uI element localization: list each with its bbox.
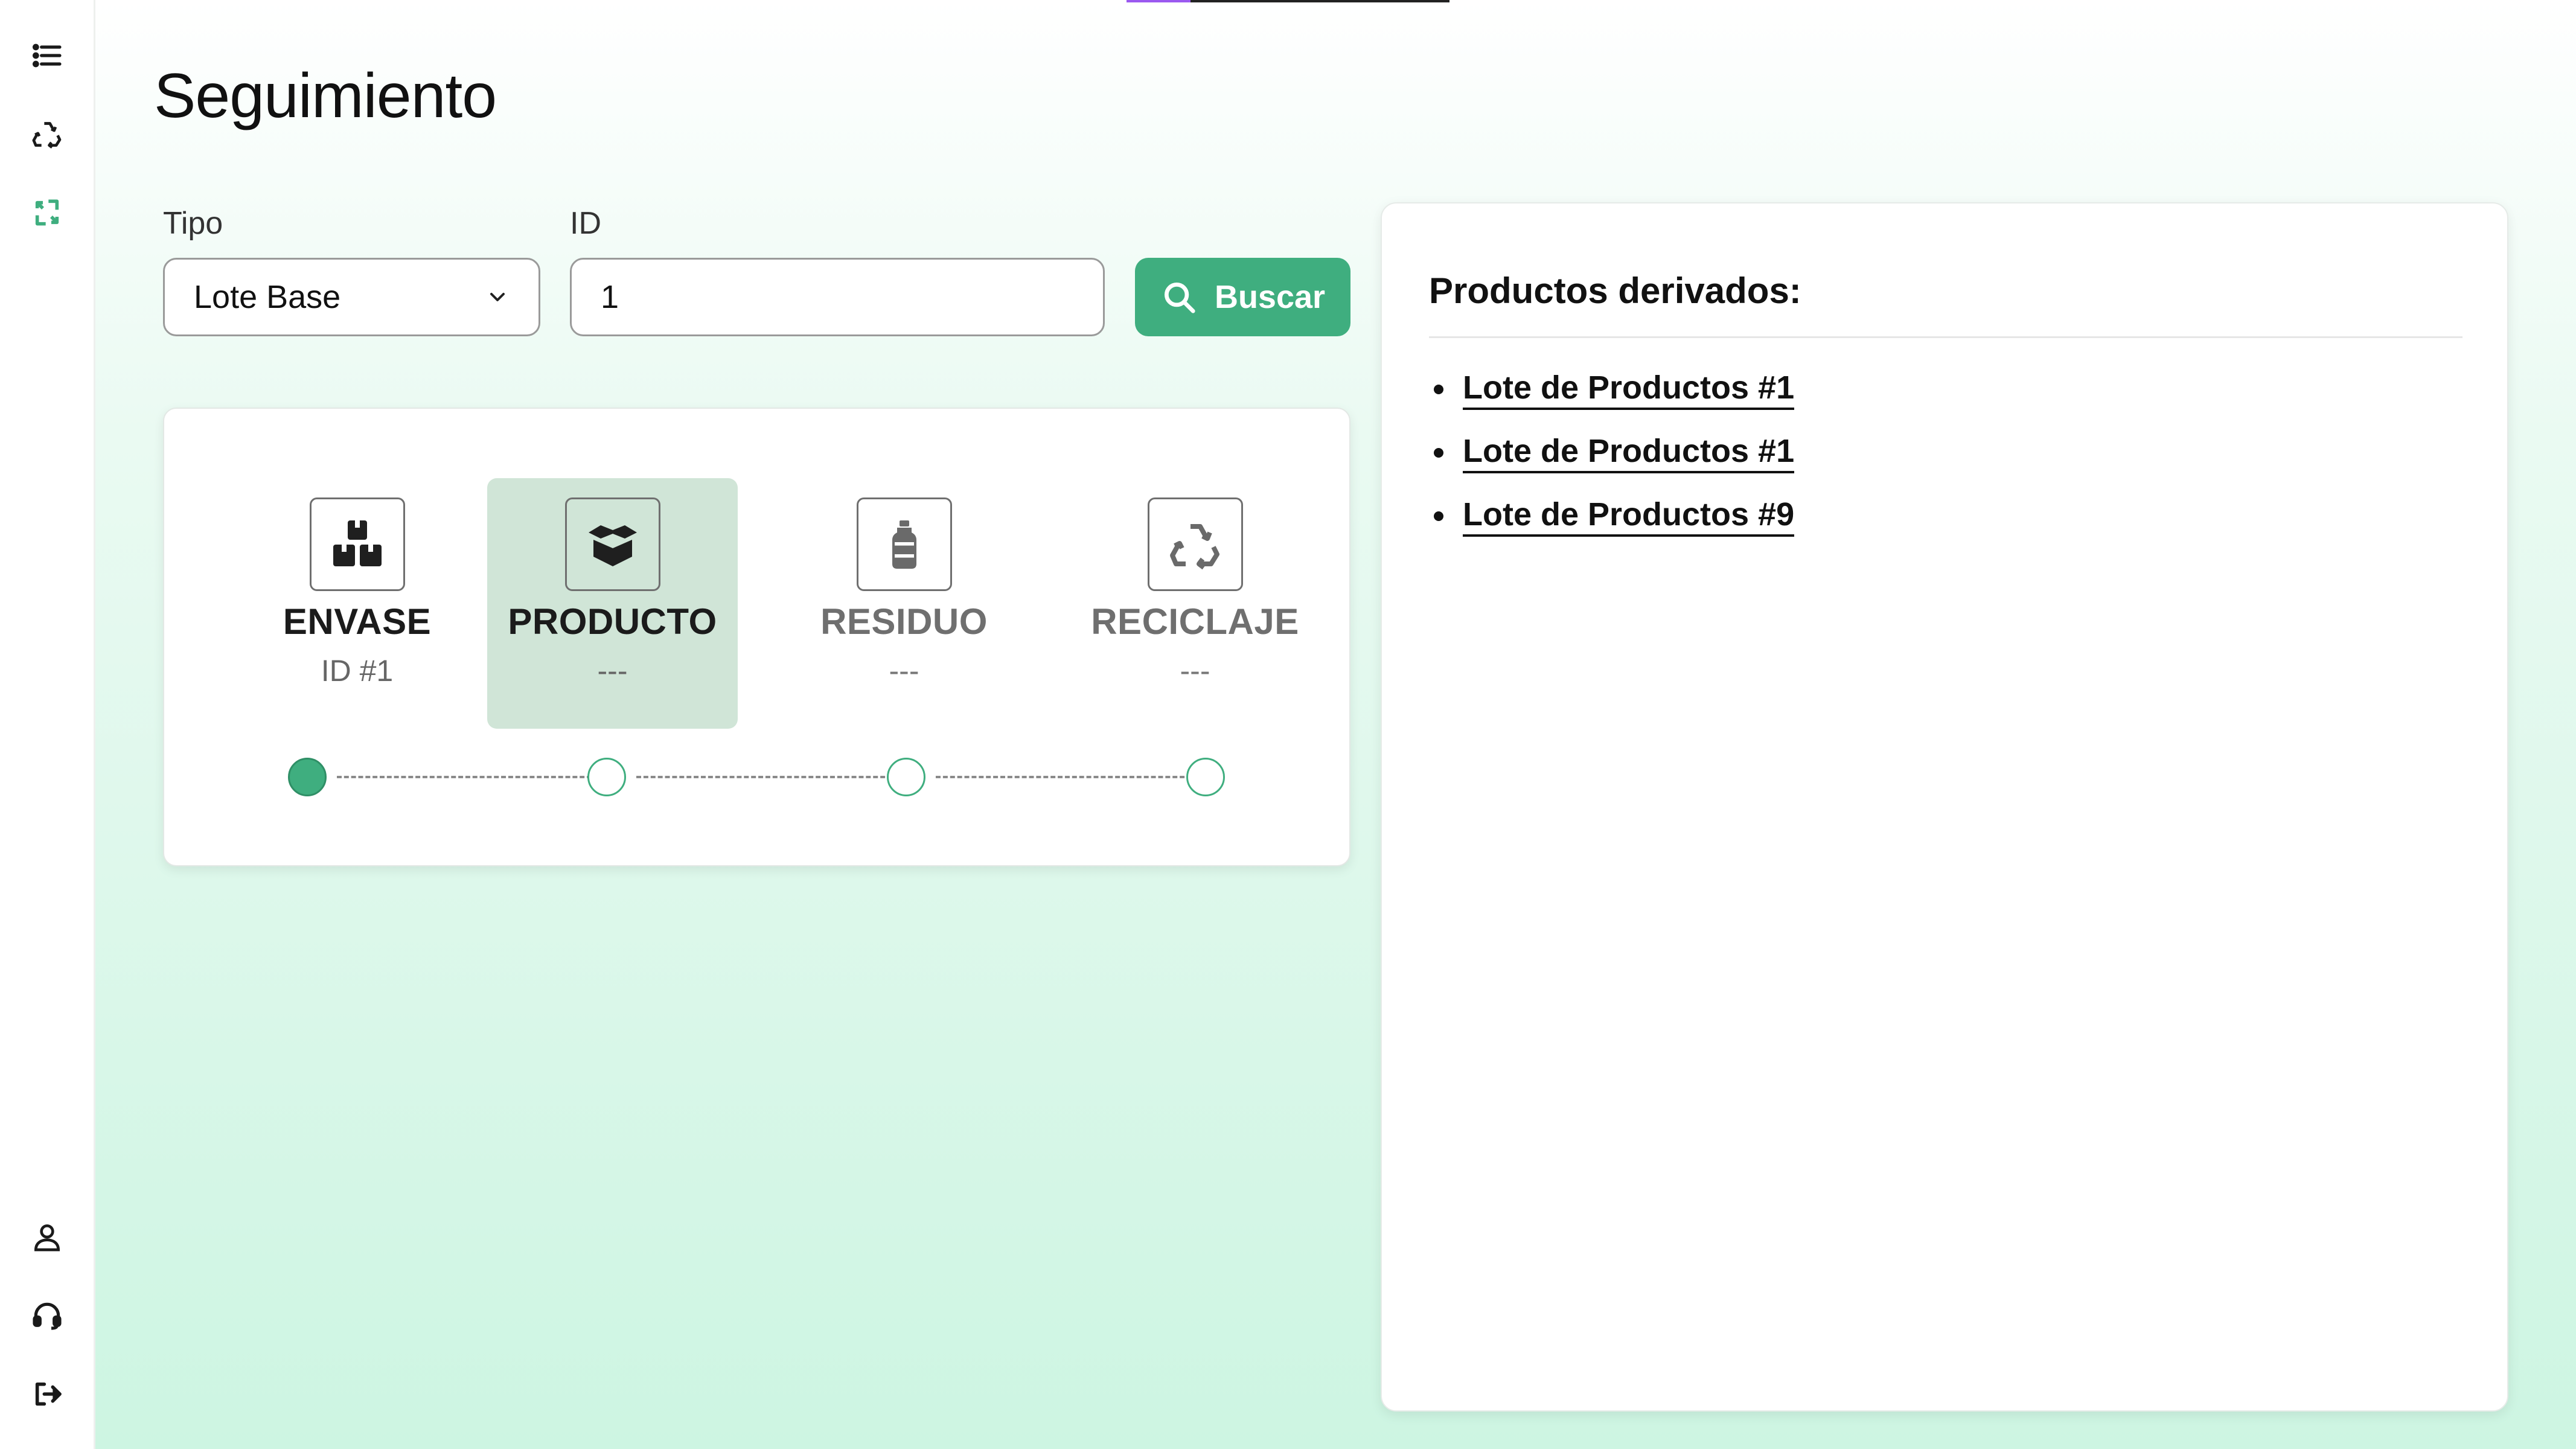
id-label: ID (570, 206, 601, 241)
step-name: RESIDUO (820, 601, 988, 642)
type-select[interactable]: Lote Base (163, 258, 540, 336)
list-icon[interactable] (27, 35, 68, 76)
bottle-icon (856, 497, 952, 591)
chevron-down-icon (490, 293, 505, 301)
progress-dot-reciclaje[interactable] (1186, 758, 1225, 796)
progress-dot-producto[interactable] (587, 758, 626, 796)
derived-product-label: Lote de Productos #1 (1463, 369, 1795, 410)
search-button-label: Buscar (1214, 279, 1326, 315)
user-icon[interactable] (27, 1217, 68, 1258)
bullet (1434, 384, 1443, 394)
derived-products-panel: Productos derivados: Lote de Productos #… (1381, 202, 2508, 1412)
recycle-icon (1147, 497, 1243, 591)
derived-product-link[interactable]: Lote de Productos #1 (1429, 357, 1795, 421)
bullet (1434, 511, 1443, 521)
open-box-icon (564, 497, 660, 591)
step-sub: ID #1 (321, 654, 394, 688)
refresh-icon[interactable] (27, 192, 68, 233)
headset-icon[interactable] (27, 1295, 68, 1336)
derived-product-link[interactable]: Lote de Productos #1 (1429, 421, 1795, 484)
step-sub: --- (889, 654, 919, 688)
derived-product-label: Lote de Productos #9 (1463, 496, 1795, 537)
step-envase[interactable]: ENVASE ID #1 (232, 478, 482, 729)
connector-line (337, 776, 592, 778)
step-residuo[interactable]: RESIDUO --- (779, 478, 1029, 729)
step-reciclaje[interactable]: RECICLAJE --- (1070, 478, 1320, 729)
progress-dot-envase[interactable] (288, 758, 327, 796)
id-input[interactable] (570, 258, 1105, 336)
connector-line (936, 776, 1192, 778)
sidebar (0, 0, 95, 1449)
top-progress-bar (1127, 0, 1449, 2)
panel-title: Productos derivados: (1429, 270, 1801, 311)
type-select-value: Lote Base (194, 279, 341, 315)
panel-divider (1429, 336, 2463, 338)
step-name: RECICLAJE (1091, 601, 1299, 642)
logout-icon[interactable] (27, 1374, 68, 1415)
top-progress-accent (1127, 0, 1191, 2)
page-title: Seguimiento (154, 61, 497, 131)
type-label: Tipo (163, 206, 223, 241)
derived-list: Lote de Productos #1 Lote de Productos #… (1429, 357, 1795, 548)
derived-product-label: Lote de Productos #1 (1463, 432, 1795, 473)
step-sub: --- (1180, 654, 1210, 688)
progress-dot-residuo[interactable] (887, 758, 925, 796)
step-name: ENVASE (283, 601, 432, 642)
connector-line (636, 776, 892, 778)
derived-product-link[interactable]: Lote de Productos #9 (1429, 484, 1795, 548)
search-icon (1164, 282, 1195, 313)
tracking-stepper: ENVASE ID #1 PRODUCTO --- RESIDUO --- RE… (163, 408, 1350, 866)
bullet (1434, 447, 1443, 458)
step-sub: --- (597, 654, 628, 688)
step-name: PRODUCTO (508, 601, 717, 642)
boxes-icon (309, 497, 405, 591)
search-button[interactable]: Buscar (1135, 258, 1350, 336)
recycle-icon[interactable] (27, 114, 68, 155)
step-producto[interactable]: PRODUCTO --- (487, 478, 738, 729)
